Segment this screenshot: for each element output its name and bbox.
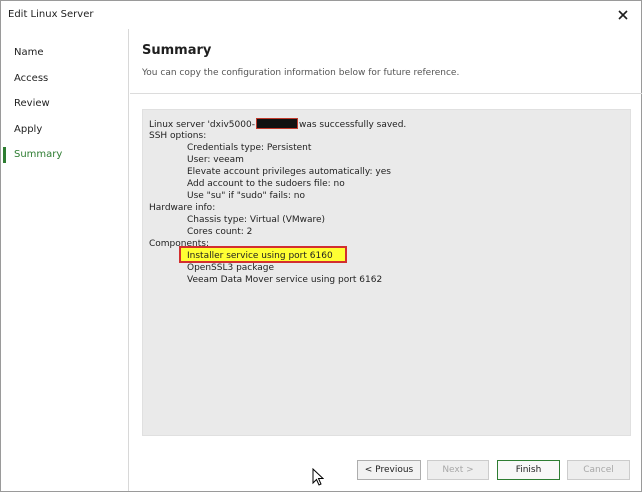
saved-message-prefix: Linux server 'dxiv5000-: [149, 120, 255, 130]
finish-button[interactable]: Finish: [497, 460, 560, 480]
add-to-sudoers: Add account to the sudoers file: no: [187, 179, 345, 189]
cancel-button[interactable]: Cancel: [567, 460, 630, 480]
wizard-steps-sidebar: Name Access Review Apply Summary: [1, 29, 129, 491]
hardware-info-header: Hardware info:: [149, 203, 216, 213]
saved-message-suffix: was successfully saved.: [298, 120, 407, 130]
close-button[interactable]: [613, 5, 633, 25]
ssh-user: User: veeam: [187, 155, 244, 165]
header-divider: [130, 93, 642, 94]
sidebar-item-access[interactable]: Access: [1, 68, 128, 90]
next-button[interactable]: Next >: [427, 460, 489, 480]
mouse-pointer-icon: [312, 468, 324, 486]
window-title: Edit Linux Server: [8, 9, 94, 20]
credentials-type: Credentials type: Persistent: [187, 143, 312, 153]
chassis-type: Chassis type: Virtual (VMware): [187, 215, 326, 225]
openssl-package: OpenSSL3 package: [187, 263, 275, 273]
ssh-options-header: SSH options:: [149, 131, 207, 141]
data-mover-service: Veeam Data Mover service using port 6162: [187, 275, 383, 285]
title-bar: Edit Linux Server: [1, 1, 641, 29]
use-su: Use "su" if "sudo" fails: no: [187, 191, 305, 201]
elevate-privileges: Elevate account privileges automatically…: [187, 167, 391, 177]
sidebar-item-review[interactable]: Review: [1, 93, 128, 115]
redacted-name: [255, 118, 298, 129]
sidebar-item-name[interactable]: Name: [1, 42, 128, 64]
edit-linux-server-dialog: Edit Linux Server Name Access Review App…: [0, 0, 642, 492]
summary-text-area[interactable]: Linux server 'dxiv5000- was successfully …: [142, 109, 631, 436]
close-icon: [618, 10, 628, 20]
page-title: Summary: [142, 43, 212, 58]
page-description: You can copy the configuration informati…: [142, 68, 460, 78]
installer-service: Installer service using port 6160: [187, 251, 333, 261]
previous-button[interactable]: < Previous: [357, 460, 421, 480]
sidebar-item-apply[interactable]: Apply: [1, 119, 128, 141]
cores-count: Cores count: 2: [187, 227, 253, 237]
sidebar-item-summary[interactable]: Summary: [1, 144, 128, 166]
